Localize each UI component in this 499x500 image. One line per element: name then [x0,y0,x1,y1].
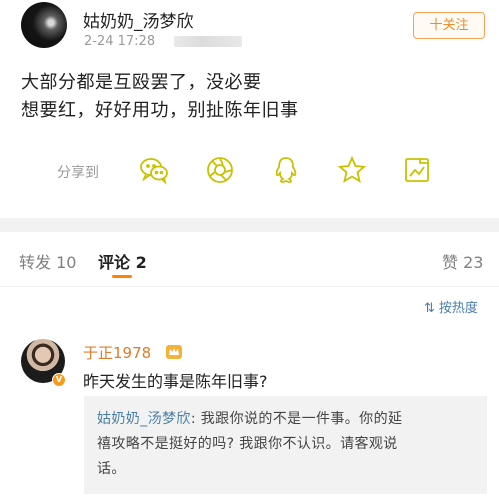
comment-text: 昨天发生的事是陈年旧事? [83,372,268,391]
qq-icon[interactable] [270,154,302,186]
section-divider [0,218,499,232]
favorite-icon[interactable] [336,154,368,186]
sort-icon: ⇅ [424,301,435,316]
post-author-name[interactable]: 姑奶奶_汤梦欣 [83,7,194,32]
comment-author-name[interactable]: 于正1978 [83,342,151,363]
reply-thread-box[interactable]: 姑奶奶_汤梦欣: 我跟你说的不是一件事。你的延 禧攻略不是挺好的吗? 我跟你不认… [84,396,487,494]
tab-comments[interactable]: 评论 2 [98,249,147,273]
blurred-source-text [174,36,242,47]
verified-badge-icon: V [52,373,66,387]
tab-likes[interactable]: 赞 23 [442,249,483,273]
post-timestamp: 2-24 17:28 [84,34,156,49]
tabs-divider [0,286,499,287]
screenshot-icon[interactable] [401,154,433,186]
share-label: 分享到 [57,165,99,181]
vip-crown-icon [166,345,182,359]
reply-line: 禧攻略不是挺好的吗? 我跟你不认识。请客观说 [97,436,398,452]
active-tab-indicator [112,275,132,278]
post-author-avatar[interactable] [21,2,67,48]
moments-icon[interactable] [204,154,236,186]
tab-repost[interactable]: 转发 10 [19,249,76,273]
sort-label: 按热度 [438,301,478,316]
reply-author-name[interactable]: 姑奶奶_汤梦欣 [97,411,191,427]
reply-line: 话。 [97,461,126,477]
reply-text: : 我跟你说的不是一件事。你的延 [190,411,403,427]
follow-button[interactable]: 十关注 [413,12,485,39]
post-content-line: 想要红，好好用功，别扯陈年旧事 [21,100,299,121]
post-content-line: 大部分都是互殴罢了，没必要 [21,72,262,93]
reply-line: 姑奶奶_汤梦欣: 我跟你说的不是一件事。你的延 [97,408,402,428]
sort-by-hot-toggle[interactable]: ⇅ 按热度 [424,297,478,316]
wechat-icon[interactable] [138,154,170,186]
